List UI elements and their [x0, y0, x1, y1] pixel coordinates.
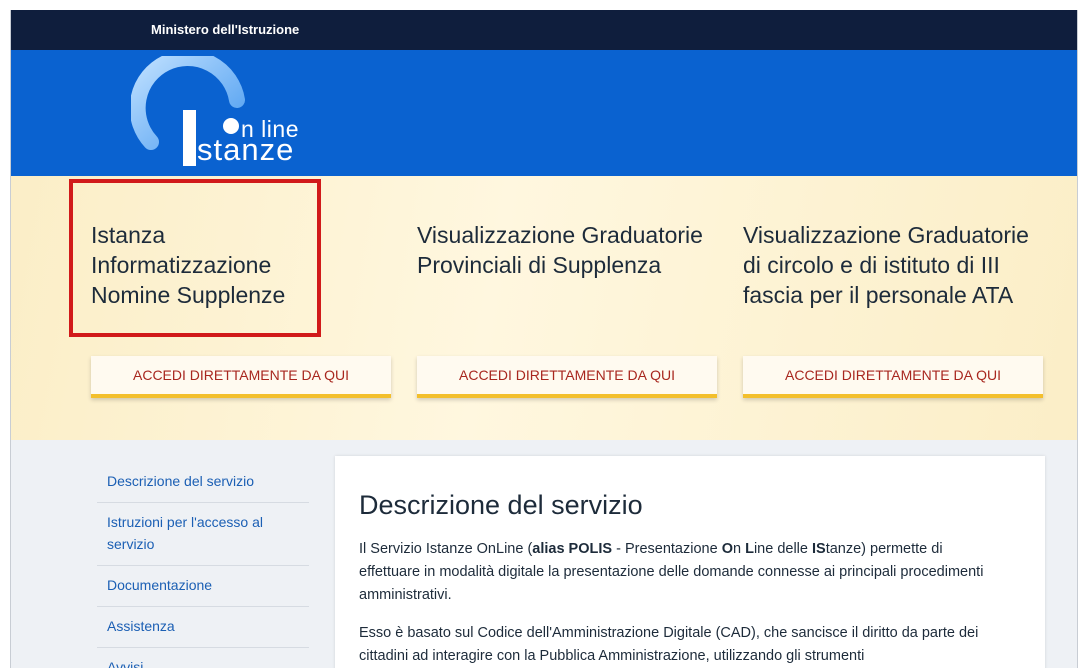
access-button[interactable]: ACCEDI DIRETTAMENTE DA QUI [743, 356, 1043, 398]
page-title: Descrizione del servizio [359, 490, 643, 520]
logo-line2: stanze [197, 132, 295, 167]
description-paragraph-2: Esso è basato sul Codice dell'Amministra… [359, 625, 979, 664]
card-nomine-supplenze: Istanza Informatizzazione Nomine Supplen… [91, 220, 391, 398]
sidebar-item-assistenza[interactable]: Assistenza [97, 607, 309, 648]
sidebar-item-istruzioni[interactable]: Istruzioni per l'accesso al servizio [97, 503, 309, 566]
text-run-bold: alias POLIS [532, 541, 613, 557]
text-run-bold: L [745, 541, 754, 557]
text-run: ine delle [753, 541, 812, 557]
access-button[interactable]: ACCEDI DIRETTAMENTE DA QUI [417, 356, 717, 398]
card-graduatorie-ata: Visualizzazione Graduatorie di circolo e… [743, 220, 1043, 398]
text-run-bold: IS [811, 541, 826, 557]
text-run-bold: O [721, 541, 733, 557]
card-title: Istanza Informatizzazione Nomine Supplen… [91, 222, 286, 308]
content-panel: Descrizione del servizio Il Servizio Ist… [335, 456, 1045, 668]
text-run: n [732, 541, 746, 557]
sidebar-nav: Descrizione del servizio Istruzioni per … [97, 462, 309, 668]
browser-frame: Ministero dell'Istruzione n line stanze [10, 10, 1078, 668]
service-hero: Istanza Informatizzazione Nomine Supplen… [11, 176, 1077, 440]
sidebar-item-descrizione[interactable]: Descrizione del servizio [97, 462, 309, 503]
sidebar-item-avvisi[interactable]: Avvisi [97, 648, 309, 668]
card-graduatorie-provinciali: Visualizzazione Graduatorie Provinciali … [417, 220, 717, 398]
description-paragraph-1: Il Servizio Istanze OnLine (alias POLIS … [359, 538, 999, 607]
text-run: Il Servizio Istanze OnLine ( [359, 541, 533, 557]
ministry-bar: Ministero dell'Istruzione [11, 10, 1077, 50]
card-title: Visualizzazione Graduatorie di circolo e… [743, 222, 1029, 308]
card-title: Visualizzazione Graduatorie Provinciali … [417, 222, 703, 278]
online-istanze-logo[interactable]: n line stanze [131, 56, 351, 172]
sidebar-item-documentazione[interactable]: Documentazione [97, 566, 309, 607]
ministry-name[interactable]: Ministero dell'Istruzione [151, 22, 299, 37]
brand-bar: n line stanze [11, 50, 1077, 176]
access-button[interactable]: ACCEDI DIRETTAMENTE DA QUI [91, 356, 391, 398]
text-run: - Presentazione [612, 541, 722, 557]
